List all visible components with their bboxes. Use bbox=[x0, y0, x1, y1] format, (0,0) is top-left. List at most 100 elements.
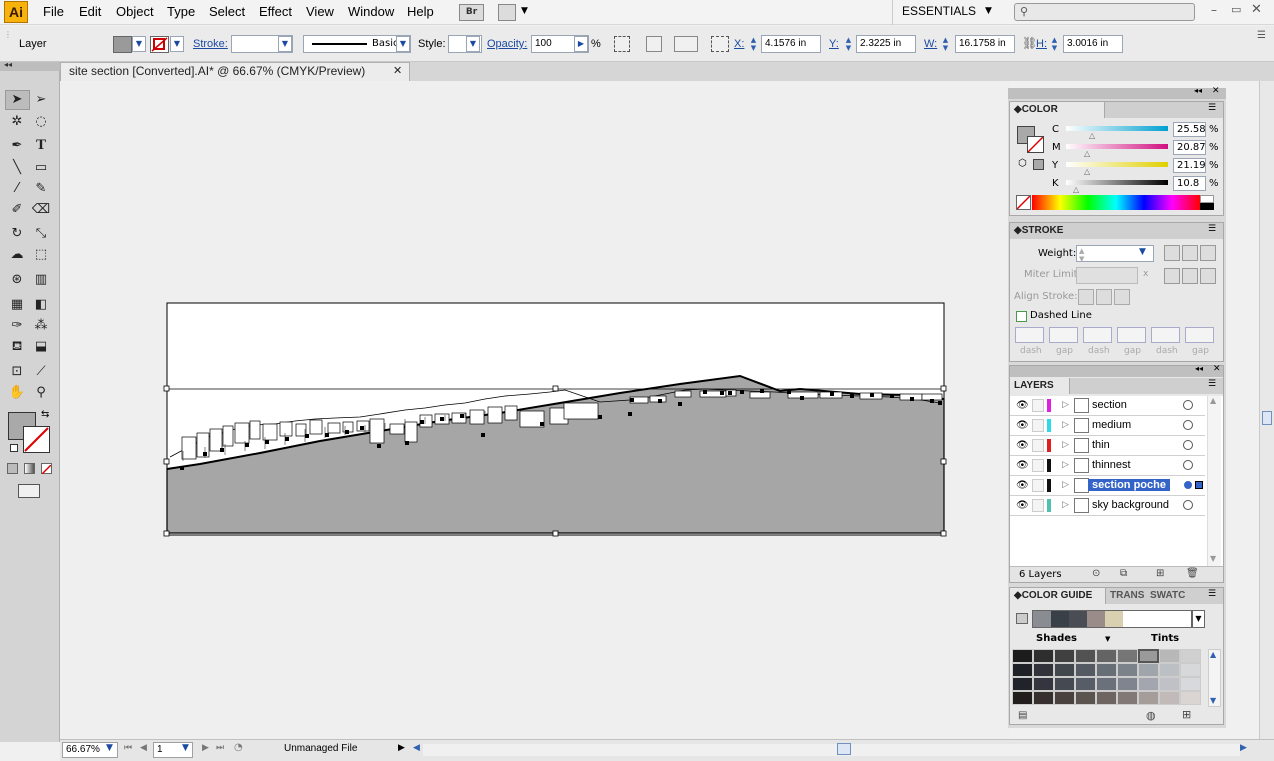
join-round-icon[interactable] bbox=[1182, 268, 1198, 284]
dash-field-2[interactable] bbox=[1083, 327, 1112, 343]
y-label[interactable]: Y: bbox=[829, 38, 839, 50]
collapse-dock-icon[interactable]: ◂◂ bbox=[1194, 86, 1202, 95]
delete-layer-icon[interactable]: 🗑 bbox=[1186, 568, 1199, 579]
dash-field-3[interactable] bbox=[1151, 327, 1180, 343]
save-color-group-icon[interactable]: ⊞ bbox=[1182, 708, 1191, 721]
layer-target-icon[interactable] bbox=[1183, 480, 1193, 490]
status-menu-arrow-icon[interactable]: ▶ bbox=[398, 743, 405, 753]
gap-field-1[interactable] bbox=[1049, 327, 1078, 343]
chevron-down-icon[interactable]: ▼ bbox=[521, 6, 528, 16]
magic-wand-tool-icon[interactable]: ✲ bbox=[6, 112, 28, 131]
color-variation-swatch[interactable] bbox=[1096, 649, 1117, 663]
horizontal-scrollbar[interactable] bbox=[423, 744, 1240, 756]
expand-triangle-icon[interactable]: ▷ bbox=[1062, 419, 1069, 430]
miter-limit-field[interactable] bbox=[1076, 267, 1138, 284]
expand-triangle-icon[interactable]: ▷ bbox=[1062, 459, 1069, 470]
slice-tool-icon[interactable]: ⟋ bbox=[30, 362, 52, 381]
transparency-tab[interactable]: TRANS bbox=[1106, 588, 1146, 604]
style-dropdown-icon[interactable]: ▼ bbox=[466, 36, 480, 52]
cyan-slider-handle-icon[interactable]: △ bbox=[1089, 131, 1095, 140]
color-variation-swatch[interactable] bbox=[1012, 663, 1033, 677]
gradient-mode-icon[interactable] bbox=[24, 463, 35, 474]
close-dock-icon[interactable]: ✕ bbox=[1212, 86, 1220, 96]
layer-name[interactable]: section poche bbox=[1088, 479, 1170, 491]
new-sublayer-icon[interactable]: ⊞ bbox=[1156, 568, 1164, 579]
scroll-up-icon[interactable]: ▲ bbox=[1210, 396, 1216, 405]
type-tool-icon[interactable]: T bbox=[30, 136, 52, 155]
expand-triangle-icon[interactable]: ▷ bbox=[1062, 499, 1069, 510]
lock-toggle[interactable] bbox=[1032, 459, 1044, 472]
selection-indicator-icon[interactable] bbox=[1195, 481, 1203, 489]
blob-brush-tool-icon[interactable]: ✐ bbox=[6, 200, 28, 219]
layer-name[interactable]: thinnest bbox=[1092, 459, 1131, 471]
select-similar-icon[interactable] bbox=[674, 36, 698, 52]
layer-target-icon[interactable] bbox=[1183, 440, 1193, 450]
first-artboard-icon[interactable]: ⏮ bbox=[124, 743, 132, 753]
black-slider[interactable] bbox=[1066, 180, 1168, 185]
color-variation-swatch[interactable] bbox=[1159, 691, 1180, 705]
align-inside-icon[interactable] bbox=[1096, 289, 1112, 305]
stroke-dropdown-icon[interactable]: ▼ bbox=[170, 36, 184, 52]
black-swatch[interactable] bbox=[1200, 203, 1214, 210]
fill-dropdown-icon[interactable]: ▼ bbox=[132, 36, 146, 52]
x-label[interactable]: X: bbox=[734, 38, 744, 50]
join-miter-icon[interactable] bbox=[1164, 268, 1180, 284]
color-variation-swatch[interactable] bbox=[1033, 691, 1054, 705]
x-spinner-icon[interactable]: ▲ ▼ bbox=[749, 36, 758, 52]
cap-butt-icon[interactable] bbox=[1164, 245, 1180, 261]
color-variation-swatch[interactable] bbox=[1054, 649, 1075, 663]
workspace-chevron-icon[interactable]: ▼ bbox=[985, 6, 992, 16]
layer-name[interactable]: thin bbox=[1092, 439, 1110, 451]
magenta-field[interactable]: 20.87 bbox=[1173, 140, 1206, 155]
weight-field[interactable]: ▲ ▼ ▼ bbox=[1076, 245, 1154, 263]
weight-dropdown-icon[interactable]: ▼ bbox=[1139, 247, 1146, 257]
layer-row-sky-background[interactable]: 👁 ▷ sky background bbox=[1010, 496, 1205, 516]
paintbrush-tool-icon[interactable]: ⁄ bbox=[6, 179, 28, 198]
arrange-documents-icon[interactable] bbox=[498, 4, 516, 21]
edit-colors-icon[interactable]: ◍ bbox=[1146, 709, 1156, 722]
color-variation-swatch[interactable] bbox=[1180, 677, 1201, 691]
blend-tool-icon[interactable]: ⁂ bbox=[30, 316, 52, 335]
scroll-right-icon[interactable]: ▶ bbox=[1240, 743, 1247, 753]
eyedropper-tool-icon[interactable]: ✑ bbox=[6, 316, 28, 335]
color-variation-swatch[interactable] bbox=[1054, 677, 1075, 691]
artboard-dropdown-icon[interactable]: ▼ bbox=[182, 743, 189, 753]
isolate-group-icon[interactable] bbox=[646, 36, 662, 52]
visibility-eye-icon[interactable]: 👁 bbox=[1016, 460, 1029, 471]
height-field[interactable]: 3.0016 in bbox=[1063, 35, 1123, 53]
live-paint-bucket-tool-icon[interactable]: ⛾ bbox=[6, 337, 28, 356]
color-variation-swatch[interactable] bbox=[1096, 677, 1117, 691]
yellow-slider[interactable] bbox=[1066, 162, 1168, 167]
close-tab-icon[interactable]: ✕ bbox=[393, 63, 402, 80]
color-variation-swatch[interactable] bbox=[1075, 663, 1096, 677]
swap-colors-icon[interactable]: ⇆ bbox=[41, 409, 49, 420]
color-variation-swatch[interactable] bbox=[1117, 677, 1138, 691]
rectangle-tool-icon[interactable]: ▭ bbox=[30, 158, 52, 177]
width-label[interactable]: W: bbox=[924, 38, 937, 50]
color-variation-swatch[interactable] bbox=[1159, 677, 1180, 691]
previous-artboard-icon[interactable]: ◀ bbox=[140, 743, 147, 753]
control-bar-menu-icon[interactable]: ☰ bbox=[1257, 30, 1266, 41]
menu-effect[interactable]: Effect bbox=[259, 4, 292, 19]
bridge-button[interactable]: Br bbox=[459, 4, 484, 21]
zoom-tool-icon[interactable]: ⚲ bbox=[30, 383, 52, 402]
layers-scrollbar[interactable]: ▲ ▼ bbox=[1207, 396, 1221, 566]
scroll-down-icon[interactable]: ▼ bbox=[1210, 554, 1216, 563]
align-outside-icon[interactable] bbox=[1114, 289, 1130, 305]
height-spinner-icon[interactable]: ▲ ▼ bbox=[1050, 36, 1059, 52]
color-guide-menu-icon[interactable]: ☰ bbox=[1208, 589, 1216, 599]
lock-toggle[interactable] bbox=[1032, 439, 1044, 452]
screen-mode-icon[interactable] bbox=[18, 484, 40, 498]
brush-dropdown-icon[interactable]: ▼ bbox=[396, 36, 410, 52]
visibility-eye-icon[interactable]: 👁 bbox=[1016, 420, 1029, 431]
hand-tool-icon[interactable]: ✋ bbox=[6, 383, 28, 402]
locate-object-icon[interactable]: ⊙ bbox=[1092, 568, 1100, 579]
artboard-tool-icon[interactable]: ⊡ bbox=[6, 362, 28, 381]
selection-tool-icon[interactable]: ➤ bbox=[6, 90, 28, 109]
gradient-tool-icon[interactable]: ◧ bbox=[30, 295, 52, 314]
warp-tool-icon[interactable]: ☁ bbox=[6, 245, 28, 264]
live-paint-selection-tool-icon[interactable]: ⬓ bbox=[30, 337, 52, 356]
vertical-scrollbar[interactable] bbox=[1259, 81, 1274, 739]
default-colors-icon[interactable] bbox=[10, 444, 18, 452]
layer-row-thinnest[interactable]: 👁 ▷ thinnest bbox=[1010, 456, 1205, 476]
